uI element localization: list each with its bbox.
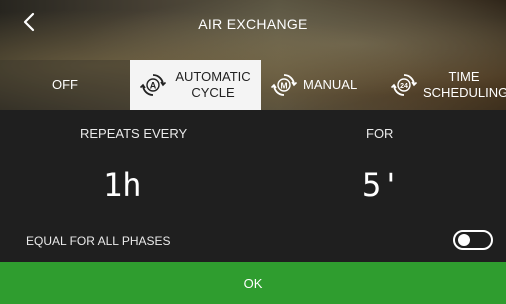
duration-value[interactable]: 5' [362,166,401,204]
tab-manual[interactable]: M MANUAL [261,60,381,110]
repeats-every-label: REPEATS EVERY [80,126,188,141]
equal-for-all-phases-label: EQUAL FOR ALL PHASES [26,234,171,248]
automatic-cycle-icon-text: A [150,81,157,91]
automatic-cycle-icon: A [140,74,166,96]
equal-for-all-phases-toggle[interactable] [453,230,493,250]
time-scheduling-icon-text: 24 [400,83,408,90]
ok-button[interactable]: OK [0,262,506,304]
tab-off-label: OFF [52,77,78,92]
time-scheduling-icon: 24 [391,74,417,96]
tab-time-scheduling-label: TIME SCHEDULING [423,69,506,100]
air-exchange-screen: AIR EXCHANGE OFF A AUTOMATIC CYCLE M MAN… [0,0,506,304]
repeats-every-value[interactable]: 1h [103,166,142,204]
toggle-knob [458,234,470,246]
tab-automatic-cycle-label: AUTOMATIC CYCLE [175,69,251,100]
tab-automatic-cycle[interactable]: A AUTOMATIC CYCLE [130,60,261,110]
tab-manual-label: MANUAL [303,77,358,92]
manual-icon: M [271,74,297,96]
manual-icon-text: M [280,81,287,91]
for-label: FOR [366,126,394,141]
settings-panel: REPEATS EVERY FOR 1h 5' EQUAL FOR ALL PH… [0,110,506,260]
tab-off[interactable]: OFF [0,60,130,110]
tab-time-scheduling[interactable]: 24 TIME SCHEDULING [381,60,506,110]
page-title: AIR EXCHANGE [198,16,308,32]
mode-tabs: OFF A AUTOMATIC CYCLE M MANUAL 24 TIME S… [0,60,506,110]
title-bar: AIR EXCHANGE [0,0,506,48]
ok-button-label: OK [243,275,263,291]
